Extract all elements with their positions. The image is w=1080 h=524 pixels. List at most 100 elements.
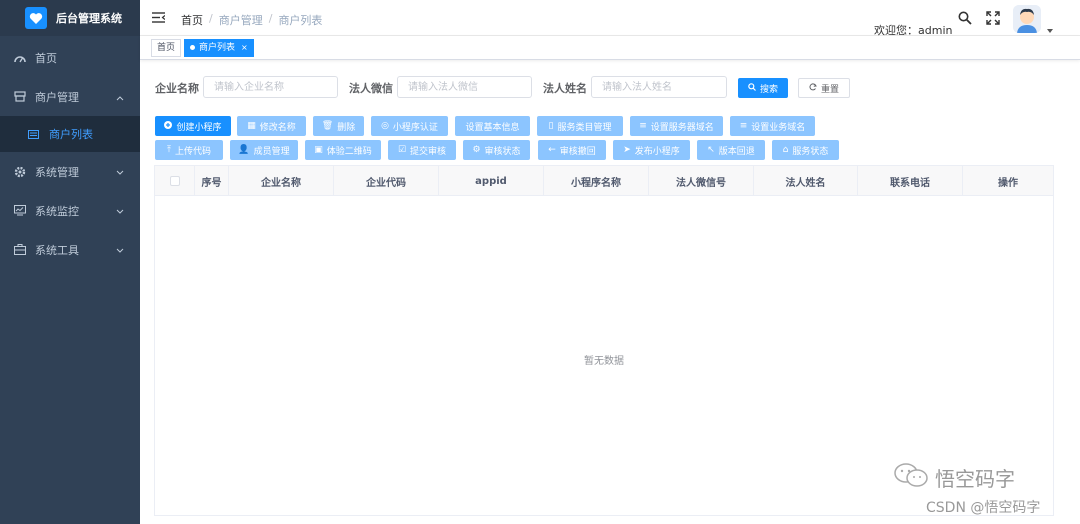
heart-logo-icon xyxy=(25,7,47,29)
hamburger-icon[interactable] xyxy=(152,12,166,26)
column-header[interactable]: 企业代码 xyxy=(334,166,439,196)
sidebar-item-label: 系统工具 xyxy=(35,243,79,257)
column-header[interactable]: 法人姓名 xyxy=(754,166,858,196)
upload-icon: ⤒ xyxy=(167,145,171,155)
breadcrumb-separator: / xyxy=(268,12,273,25)
chevron-down-icon xyxy=(116,244,124,257)
sidebar-item-label: 系统管理 xyxy=(35,165,79,179)
tags-view: 首页 商户列表 × xyxy=(140,36,1080,60)
avatar[interactable] xyxy=(1013,5,1041,33)
select-all-column xyxy=(155,166,195,196)
column-header[interactable]: 小程序名称 xyxy=(544,166,649,196)
sidebar-item-home[interactable]: 首页 xyxy=(0,38,140,77)
sidebar-item-merchant[interactable]: 商户管理 xyxy=(0,77,140,116)
breadcrumb-item: 商户列表 xyxy=(278,14,323,27)
plus-circle-icon xyxy=(164,120,173,132)
table-header: 序号 企业名称 企业代码 appid 小程序名称 法人微信号 法人姓名 联系电话… xyxy=(155,166,1053,196)
column-header[interactable]: 序号 xyxy=(195,166,229,196)
shop-icon xyxy=(14,91,26,103)
sidebar-item-monitor[interactable]: 系统监控 xyxy=(0,191,140,230)
audit-status-button[interactable]: ⚙ 审核状态 xyxy=(463,140,530,160)
menu-icon: ≡ xyxy=(639,121,647,131)
company-name-input[interactable] xyxy=(203,76,338,98)
rename-button[interactable]: ▦ 修改名称 xyxy=(237,116,306,136)
sidebar-item-system[interactable]: 系统管理 xyxy=(0,152,140,191)
select-all-checkbox[interactable] xyxy=(169,176,180,186)
watermark-line2: CSDN @悟空码字 xyxy=(926,500,1041,516)
watermark: 悟空码字 xyxy=(893,462,1015,493)
category-manage-button[interactable]: ▯ 服务类目管理 xyxy=(537,116,623,136)
member-manage-button[interactable]: 👤 成员管理 xyxy=(230,140,298,160)
search-icon xyxy=(748,82,756,94)
checkbox-icon: ☑ xyxy=(397,145,407,155)
app-title: 后台管理系统 xyxy=(56,12,122,25)
arrow-left-icon: ← xyxy=(548,145,556,155)
business-domain-button[interactable]: ≡ 设置业务域名 xyxy=(730,116,815,136)
sidebar-item-merchant-list[interactable]: 商户列表 xyxy=(0,116,140,152)
tag-home[interactable]: 首页 xyxy=(151,39,182,57)
column-header[interactable]: 法人微信号 xyxy=(649,166,754,196)
breadcrumb-item[interactable]: 首页 xyxy=(181,12,203,28)
qrcode-icon: ▣ xyxy=(314,145,323,155)
target-icon: ◎ xyxy=(381,121,389,131)
legal-wechat-label: 法人微信 xyxy=(349,82,393,95)
sidebar-item-tools[interactable]: 系统工具 xyxy=(0,230,140,269)
fullscreen-icon[interactable] xyxy=(986,11,1000,28)
publish-button[interactable]: ➤ 发布小程序 xyxy=(613,140,690,160)
list-icon xyxy=(28,128,40,140)
column-header[interactable]: 企业名称 xyxy=(229,166,334,196)
user-icon: 👤 xyxy=(238,145,250,155)
sidebar: 后台管理系统 首页 商户管理 商户列表 系统管理 系统监控 系统工具 xyxy=(0,0,140,524)
tag-label: 商户列表 xyxy=(199,43,236,53)
trash-icon: 🗑 xyxy=(321,121,334,131)
server-domain-button[interactable]: ≡ 设置服务器域名 xyxy=(630,116,723,136)
company-name-label: 企业名称 xyxy=(155,82,199,95)
reset-button[interactable]: 重置 xyxy=(798,78,850,98)
column-header[interactable]: appid xyxy=(439,166,544,196)
home-icon: ⌂ xyxy=(782,145,789,155)
column-header[interactable]: 联系电话 xyxy=(858,166,963,196)
wechat-icon xyxy=(893,462,929,493)
search-button[interactable]: 搜索 xyxy=(738,78,788,98)
create-miniprogram-button[interactable]: 创建小程序 xyxy=(155,116,231,136)
refresh-icon xyxy=(809,82,817,94)
empty-text: 暂无数据 xyxy=(584,356,624,367)
sidebar-item-label: 商户列表 xyxy=(49,128,93,141)
qrcode-button[interactable]: ▣ 体验二维码 xyxy=(305,140,381,160)
version-rollback-button[interactable]: ↖ 版本回退 xyxy=(697,140,765,160)
arrow-up-left-icon: ↖ xyxy=(707,145,715,155)
certify-button[interactable]: ◎ 小程序认证 xyxy=(371,116,448,136)
logo-area: 后台管理系统 xyxy=(0,0,140,36)
column-header[interactable]: 操作 xyxy=(963,166,1053,196)
breadcrumb-item: 商户管理 xyxy=(218,14,263,27)
toolbox-icon xyxy=(14,244,26,256)
clipboard-icon: ▯ xyxy=(548,121,554,131)
sidebar-item-label: 系统监控 xyxy=(35,204,79,218)
dashboard-icon xyxy=(14,52,26,64)
sidebar-item-label: 商户管理 xyxy=(35,90,79,104)
legal-wechat-input[interactable] xyxy=(397,76,532,98)
submit-audit-button[interactable]: ☑ 提交审核 xyxy=(388,140,456,160)
delete-button[interactable]: 🗑 删除 xyxy=(313,116,364,136)
chevron-down-icon xyxy=(116,205,124,218)
gear-icon: ⚙ xyxy=(472,145,481,155)
gear-icon xyxy=(14,166,26,178)
active-dot xyxy=(190,45,195,50)
watermark-line1: 悟空码字 xyxy=(935,467,1015,491)
monitor-icon xyxy=(14,205,26,217)
upload-code-button[interactable]: ⤒ 上传代码 xyxy=(155,140,223,160)
legal-name-label: 法人姓名 xyxy=(543,82,587,95)
search-icon[interactable] xyxy=(958,11,972,28)
tag-merchant-list[interactable]: 商户列表 × xyxy=(184,39,254,57)
breadcrumb-separator: / xyxy=(209,12,213,25)
legal-name-input[interactable] xyxy=(591,76,727,98)
chevron-up-icon xyxy=(116,91,124,104)
navbar: 首页 / 商户管理 / 商户列表 欢迎您：admin xyxy=(140,0,1080,37)
basic-info-button[interactable]: 设置基本信息 xyxy=(455,116,530,136)
close-icon[interactable]: × xyxy=(241,43,248,52)
audit-withdraw-button[interactable]: ← 审核撤回 xyxy=(538,140,606,160)
caret-down-icon[interactable] xyxy=(1047,22,1053,36)
breadcrumb: 首页 / 商户管理 / 商户列表 xyxy=(181,12,322,28)
service-status-button[interactable]: ⌂ 服务状态 xyxy=(772,140,839,160)
sidebar-item-label: 首页 xyxy=(35,51,57,65)
